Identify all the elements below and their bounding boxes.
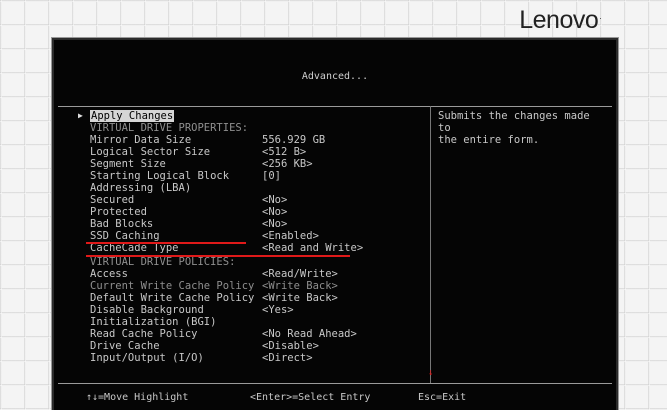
properties-header: VIRTUAL DRIVE PROPERTIES: — [90, 122, 249, 134]
apply-changes-button[interactable]: Apply Changes — [90, 110, 175, 122]
top-divider — [58, 106, 612, 107]
brand-name: Lenovo — [519, 6, 599, 34]
help-divider — [430, 106, 431, 383]
bottom-divider — [58, 383, 612, 384]
footer-nav-hint: ↑↓=Move Highlight — [86, 392, 189, 403]
help-text: Submits the changes made to the entire f… — [438, 110, 590, 146]
scroll-down-arrow-icon: ↓ — [428, 368, 434, 378]
monitor-frame: Advanced... ▶ Apply Changes VIRTUAL DRIV… — [52, 38, 618, 410]
policies-header: VIRTUAL DRIVE POLICIES: — [90, 256, 236, 268]
brand-mark: . — [599, 11, 601, 21]
bios-screen: Advanced... ▶ Apply Changes VIRTUAL DRIV… — [54, 40, 616, 410]
footer-enter-hint: <Enter>=Select Entry — [250, 392, 371, 403]
page-title: Advanced... — [301, 71, 369, 82]
footer-esc-hint: Esc=Exit — [418, 392, 467, 403]
annotation-underline-ssd — [86, 242, 246, 244]
lenovo-logo: Lenovo. — [519, 6, 601, 35]
selection-pointer-icon: ▶ — [78, 111, 83, 120]
